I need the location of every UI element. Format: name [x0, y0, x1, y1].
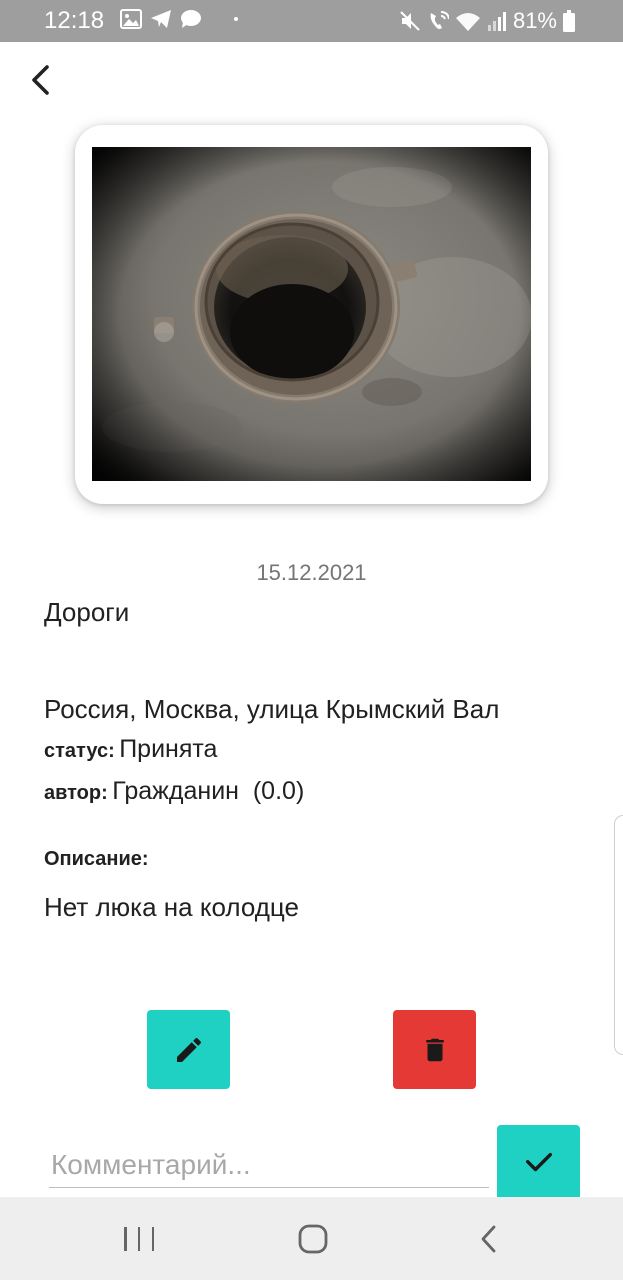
check-icon [525, 1152, 552, 1172]
description-label: Описание: [44, 848, 149, 870]
status-bar: 12:18 81% [0, 0, 623, 42]
system-nav-bar [0, 1197, 623, 1280]
chat-icon [181, 10, 201, 28]
edit-button[interactable] [147, 1010, 230, 1089]
wifi-icon [455, 13, 480, 31]
battery-icon [563, 10, 575, 32]
status-value: Принята [119, 735, 218, 763]
manhole-photo-image [92, 147, 531, 481]
photo-card [75, 125, 548, 504]
report-photo[interactable] [92, 147, 531, 481]
author-value: Гражданин (0.0) [112, 777, 305, 805]
dot-icon [234, 17, 238, 21]
home-icon[interactable] [298, 1224, 328, 1254]
delete-button[interactable] [393, 1010, 476, 1089]
system-icons: 81% [399, 9, 575, 33]
description-text: Нет люка на колодце [44, 892, 299, 922]
pencil-icon [176, 1037, 201, 1062]
back-icon[interactable] [476, 1224, 502, 1254]
notification-icons [120, 9, 238, 29]
image-icon [120, 9, 142, 29]
mute-icon [400, 11, 420, 31]
wifi-call-icon [430, 11, 449, 29]
report-date: 15.12.2021 [256, 560, 367, 585]
trash-icon [425, 1038, 444, 1061]
report-category: Дороги [44, 597, 130, 627]
telegram-icon [151, 10, 171, 28]
back-button[interactable] [20, 58, 60, 102]
status-label: статус: [44, 740, 115, 762]
submit-comment-button[interactable] [497, 1125, 580, 1197]
chevron-left-icon [32, 65, 49, 95]
recents-icon[interactable] [124, 1225, 154, 1253]
status-row: статус: Принята [44, 735, 217, 764]
battery-level: 81% [512, 8, 557, 33]
scroll-indicator[interactable] [614, 815, 623, 1055]
report-address: Россия, Москва, улица Крымский Вал [44, 694, 500, 724]
status-time: 12:18 [44, 7, 105, 34]
signal-icon [487, 12, 506, 31]
author-row: автор: Гражданин (0.0) [44, 777, 304, 806]
comment-input[interactable] [49, 1142, 489, 1188]
author-label: автор: [44, 782, 108, 804]
